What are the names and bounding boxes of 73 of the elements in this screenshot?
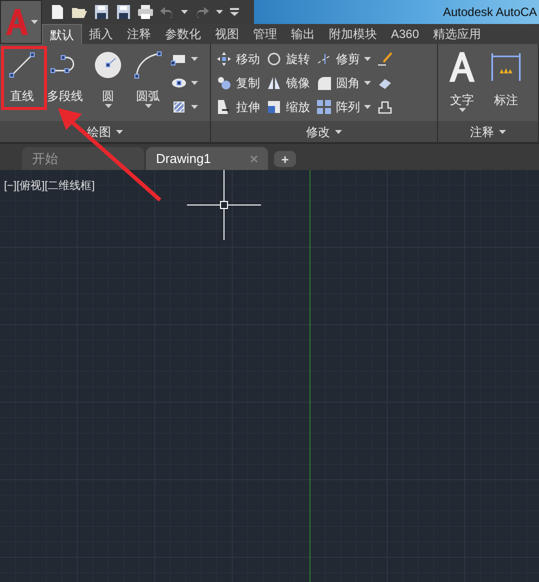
highlight-frame (1, 46, 47, 110)
line-icon (7, 50, 37, 80)
ribbon-small-button[interactable]: 镜像 (266, 73, 310, 93)
arc-icon (133, 50, 163, 80)
mirror-icon (266, 75, 282, 91)
brush-icon (377, 51, 393, 67)
ribbon-tab[interactable]: A360 (384, 24, 426, 44)
caret-icon (335, 130, 342, 134)
undo-icon[interactable] (160, 6, 174, 18)
caret-icon (116, 130, 123, 134)
panel-title-button[interactable]: 注释 (438, 121, 538, 142)
panel-title-button[interactable]: 修改 (211, 121, 437, 142)
ribbon-tool-button[interactable]: 直线 (3, 47, 41, 104)
caret-icon (191, 81, 198, 85)
folder-icon[interactable] (72, 5, 87, 19)
ribbon-small-button[interactable]: 修剪 (316, 49, 371, 69)
move-icon (216, 51, 232, 67)
printer-icon[interactable] (138, 5, 153, 19)
ribbon-tab[interactable]: 默认 (42, 24, 82, 44)
caret-icon (144, 104, 152, 108)
ribbon-tool-button[interactable]: 文字 (441, 47, 483, 112)
ribbon-small-button[interactable]: 移动 (216, 49, 260, 69)
ribbon-small-button[interactable]: 拉伸 (216, 97, 260, 117)
ribbon-tab[interactable]: 视图 (208, 24, 246, 44)
caret-icon (191, 57, 198, 61)
ribbon-tab[interactable]: 插入 (82, 24, 120, 44)
fillet-icon (316, 75, 332, 91)
scale-icon (266, 99, 282, 115)
stretch-icon (216, 99, 232, 115)
application-menu-button[interactable] (0, 0, 42, 44)
hatch-icon (171, 99, 187, 115)
ribbon-tab[interactable]: 附加模块 (322, 24, 384, 44)
caret-icon (191, 105, 198, 109)
ribbon-tool-button[interactable]: 圆弧 (129, 47, 167, 108)
ribbon-small-button[interactable]: 复制 (216, 73, 260, 93)
caret-icon (364, 81, 371, 85)
caret-icon (364, 105, 371, 109)
caret-icon (181, 10, 188, 14)
ribbon-small-button[interactable]: 阵列 (316, 97, 371, 117)
ribbon-small-button[interactable]: 缩放 (266, 97, 310, 117)
ribbon-tab[interactable]: 管理 (246, 24, 284, 44)
logo-icon (4, 8, 30, 36)
caret-icon (104, 104, 112, 108)
circle-icon (93, 50, 123, 80)
trim-icon (316, 51, 332, 67)
ribbon-small-button[interactable]: 圆角 (316, 73, 371, 93)
offset-icon (377, 99, 393, 115)
caret-icon (216, 10, 223, 14)
redo-icon[interactable] (195, 6, 209, 18)
ribbon-tab[interactable]: 注释 (120, 24, 158, 44)
caret-icon (364, 57, 371, 61)
ribbon-tab[interactable]: 输出 (284, 24, 322, 44)
ribbon-small-button[interactable]: 旋转 (266, 49, 310, 69)
ribbon-tab[interactable]: 精选应用 (426, 24, 488, 44)
caret-icon (499, 130, 506, 134)
ribbon-tool-button[interactable]: 标注 (485, 47, 527, 108)
drawing-canvas[interactable]: [−][俯视][二维线框] (0, 170, 539, 582)
customize-menu-icon[interactable] (230, 8, 239, 16)
ribbon-tab[interactable]: 参数化 (158, 24, 208, 44)
array-icon (316, 99, 332, 115)
rotate-icon (266, 51, 282, 67)
window-title: Autodesk AutoCA (443, 4, 538, 21)
viewport-label[interactable]: [−][俯视][二维线框] (4, 178, 95, 194)
document-tab[interactable]: Drawing1 (146, 147, 268, 170)
document-icon[interactable] (50, 5, 65, 19)
dimension-icon (489, 50, 523, 84)
new-tab-button[interactable]: + (274, 151, 296, 167)
caret-icon (458, 108, 466, 112)
caret-icon (31, 20, 38, 24)
ribbon-tool-button[interactable]: 圆 (89, 47, 127, 108)
copy-icon (216, 75, 232, 91)
ribbon-tool-button[interactable]: 多段线 (43, 47, 87, 104)
crosshair-cursor-icon (187, 170, 261, 240)
